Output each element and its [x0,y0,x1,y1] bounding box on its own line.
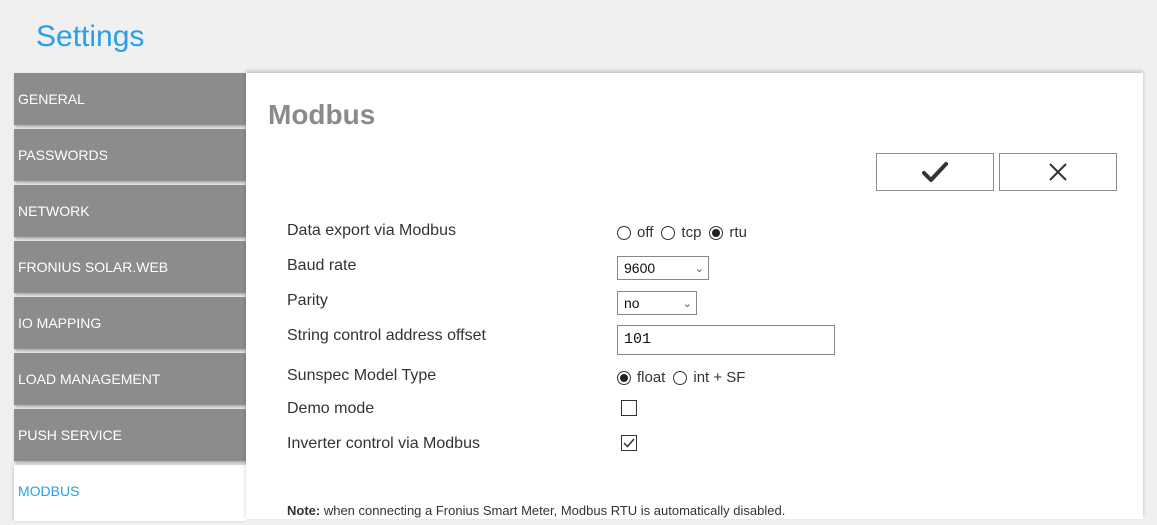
sunspec-float-radio[interactable] [617,370,631,385]
check-icon [922,162,948,182]
modbus-panel: Modbus Data export via Modbus off tcp rt… [246,73,1143,519]
data-export-off-radio[interactable] [617,225,631,240]
sidebar-item-io-mapping[interactable]: IO MAPPING [14,297,246,349]
demo-mode-checkbox[interactable] [621,400,637,416]
baud-rate-value: 9600 [624,260,656,276]
row-parity: Parity no ⌄ [287,288,1107,316]
data-export-radio-group: off tcp rtu [617,224,755,241]
sidebar-item-load-management[interactable]: LOAD MANAGEMENT [14,353,246,405]
demo-mode-label: Demo mode [287,400,375,417]
data-export-tcp-radio[interactable] [661,225,676,240]
sunspec-float-label: float [637,369,666,386]
row-offset: String control address offset 101 [287,323,1107,355]
parity-label: Parity [287,292,328,309]
inverter-control-checkbox[interactable] [621,435,637,451]
row-demo-mode: Demo mode [287,396,1107,424]
sidebar-item-push-service[interactable]: PUSH SERVICE [14,409,246,461]
chevron-down-icon: ⌄ [682,297,692,310]
data-export-tcp-label: tcp [681,224,702,241]
sidebar-item-modbus[interactable]: MODBUS [14,465,246,521]
offset-label: String control address offset [287,327,486,344]
sidebar-item-passwords[interactable]: PASSWORDS [14,129,246,181]
save-button[interactable] [876,153,994,191]
note-body: when connecting a Fronius Smart Meter, M… [320,503,786,518]
parity-value: no [624,295,640,311]
chevron-down-icon: ⌄ [694,262,704,275]
sidebar-item-solar-web[interactable]: FRONIUS SOLAR.WEB [14,241,246,293]
row-inverter-control: Inverter control via Modbus [287,431,1107,459]
row-data-export: Data export via Modbus off tcp rtu [287,218,1107,246]
sunspec-int-sf-label: int + SF [693,369,746,386]
baud-rate-label: Baud rate [287,257,357,274]
note-text: Note: when connecting a Fronius Smart Me… [287,503,785,518]
parity-select[interactable]: no ⌄ [617,291,697,315]
inverter-control-label: Inverter control via Modbus [287,435,480,452]
baud-rate-select[interactable]: 9600 ⌄ [617,256,709,280]
row-sunspec: Sunspec Model Type float int + SF [287,363,1107,391]
sunspec-int-sf-radio[interactable] [673,370,688,385]
sidebar-item-network[interactable]: NETWORK [14,185,246,237]
sunspec-radio-group: float int + SF [617,369,753,386]
note-prefix: Note: [287,503,321,518]
sidebar-item-general[interactable]: GENERAL [14,73,246,125]
data-export-rtu-label: rtu [729,224,747,241]
page-title: Settings [36,20,145,53]
data-export-off-label: off [637,224,654,241]
sunspec-label: Sunspec Model Type [287,367,437,384]
data-export-rtu-radio[interactable] [709,225,724,240]
offset-input[interactable]: 101 [617,325,835,355]
close-icon [1049,163,1067,181]
cancel-button[interactable] [999,153,1117,191]
sidebar: GENERAL PASSWORDS NETWORK FRONIUS SOLAR.… [14,73,246,525]
panel-title: Modbus [268,99,376,130]
data-export-label: Data export via Modbus [287,222,456,239]
check-icon [623,438,635,448]
row-baud-rate: Baud rate 9600 ⌄ [287,253,1107,281]
